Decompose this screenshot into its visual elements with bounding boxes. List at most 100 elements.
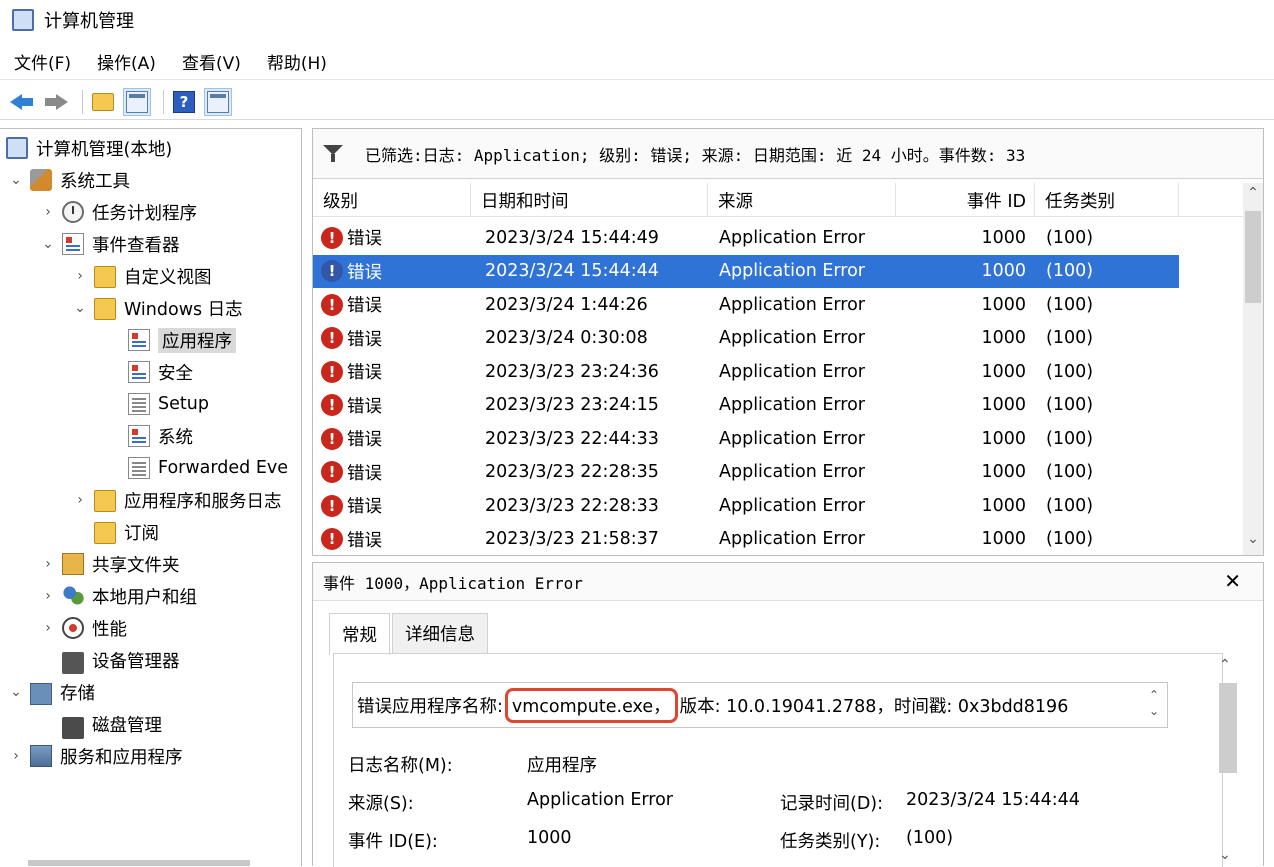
help-button[interactable]: ?	[170, 88, 198, 116]
chevron-down-icon[interactable]: ⌄	[1243, 531, 1263, 551]
tree-item-app-service-logs[interactable]: › 应用程序和服务日志	[72, 485, 282, 515]
event-id-text: 1000	[981, 361, 1026, 382]
back-button[interactable]	[8, 88, 36, 116]
event-row[interactable]: ! 错误 2023/3/24 0:30:08 Application Error 100…	[313, 322, 1179, 355]
tree-item-application[interactable]: 应用程序	[128, 325, 236, 355]
console-tree-icon	[126, 90, 148, 113]
forward-button[interactable]	[42, 88, 70, 116]
tree-item-label: 设备管理器	[92, 651, 180, 672]
tree-horizontal-scrollbar[interactable]	[28, 860, 250, 866]
tree-item-custom-views[interactable]: › 自定义视图	[72, 261, 212, 291]
tree-item-services-apps[interactable]: › 服务和应用程序	[8, 741, 183, 771]
tree-item-setup[interactable]: Setup	[128, 389, 209, 419]
tab-details[interactable]: 详细信息	[392, 613, 488, 653]
chevron-down-icon[interactable]: ⌄	[40, 236, 56, 252]
tree-item-event-viewer[interactable]: ⌄ 事件查看器	[40, 229, 180, 259]
event-row[interactable]: ! 错误 2023/3/23 22:28:33 Application Error 10…	[313, 489, 1179, 522]
event-datetime-text: 2023/3/23 23:24:15	[485, 395, 659, 415]
chevron-down-icon[interactable]: ⌄	[72, 300, 88, 316]
show-hide-console-tree-button[interactable]	[123, 87, 151, 116]
event-level-text: 错误	[347, 262, 382, 283]
event-id-text: 1000	[981, 529, 1026, 549]
chevron-down-icon[interactable]: ⌄	[8, 172, 24, 188]
event-id-text: 1000	[981, 428, 1026, 449]
event-row[interactable]: ! 错误 2023/3/24 1:44:26 Application Error 100…	[313, 288, 1179, 321]
event-source: Application Error	[719, 288, 865, 321]
event-datetime: 2023/3/23 22:44:33	[485, 422, 659, 455]
event-row[interactable]: ! 错误 2023/3/24 15:44:49 Application Error 10…	[313, 221, 1179, 254]
tree-item-performance[interactable]: › 性能	[40, 613, 127, 643]
column-header-event-id[interactable]: 事件 ID	[896, 183, 1035, 217]
event-level-text: 错误	[347, 530, 382, 551]
tree-item-windows-logs[interactable]: ⌄ Windows 日志	[72, 293, 243, 323]
highlighted-app-name: vmcompute.exe，	[504, 687, 678, 723]
event-row[interactable]: ! 错误 2023/3/23 23:24:15 Application Error 10…	[313, 389, 1179, 422]
event-task-category: (100)	[1046, 255, 1093, 288]
tree-item-forwarded-events[interactable]: Forwarded Eve	[128, 453, 288, 483]
console-tree: 计算机管理(本地) ⌄ 系统工具 › 任务计划程序 ⌄ 事件查看器 › 自定义视…	[0, 128, 302, 866]
tree-item-system-tools[interactable]: ⌄ 系统工具	[8, 165, 130, 195]
tree-item-storage[interactable]: ⌄ 存储	[8, 677, 95, 707]
events-vertical-scrollbar[interactable]: ⌃ ⌄	[1243, 183, 1263, 555]
log-name-value: 应用程序	[527, 756, 597, 776]
show-hide-action-pane-button[interactable]	[204, 87, 232, 116]
tree-item-label: 事件查看器	[92, 235, 180, 256]
event-task-category-text: (100)	[1046, 395, 1094, 415]
tree-item-disk-management[interactable]: 磁盘管理	[62, 709, 162, 739]
event-source-text: Application Error	[719, 462, 865, 482]
chevron-right-icon[interactable]: ›	[40, 204, 56, 220]
event-row[interactable]: ! 错误 2023/3/23 22:28:35 Application Error 10…	[313, 456, 1179, 489]
tree-item-device-manager[interactable]: 设备管理器	[62, 645, 180, 675]
tree-item-security[interactable]: 安全	[128, 357, 193, 387]
folder-up-icon	[92, 92, 114, 111]
title-bar: 计算机管理	[0, 0, 1274, 40]
event-row[interactable]: ! 错误 2023/3/23 23:24:36 Application Error 10…	[313, 355, 1179, 388]
event-row[interactable]: ! 错误 2023/3/23 22:44:33 Application Error 10…	[313, 422, 1179, 455]
menu-file[interactable]: 文件(F)	[14, 49, 71, 74]
event-source: Application Error	[719, 422, 865, 455]
chevron-up-icon[interactable]: ⌃	[1219, 657, 1231, 673]
event-row[interactable]: ! 错误 2023/3/23 21:58:37 Application Error 10…	[313, 523, 1179, 556]
tree-item-computer-management[interactable]: 计算机管理(本地)	[6, 133, 172, 163]
chevron-right-icon[interactable]: ›	[72, 268, 88, 284]
description-suffix: 版本: 10.0.19041.2788，时间戳: 0x3bdd8196	[679, 696, 1069, 717]
chevron-right-icon[interactable]: ›	[40, 556, 56, 572]
detail-vertical-scrollbar[interactable]: ⌃ ⌄	[1213, 653, 1243, 867]
event-id-text: 1000	[981, 395, 1026, 415]
tree-item-subscriptions[interactable]: 订阅	[94, 517, 159, 547]
chevron-down-icon[interactable]: ⌄	[8, 684, 24, 700]
event-task-category-text: (100)	[1046, 294, 1094, 315]
tree-item-local-users-groups[interactable]: › 本地用户和组	[40, 581, 197, 611]
menu-action[interactable]: 操作(A)	[97, 49, 156, 74]
event-row[interactable]: ! 错误 2023/3/24 15:44:44 Application Error 10…	[313, 254, 1179, 288]
column-header-level[interactable]: 级别	[313, 183, 471, 217]
tree-item-task-scheduler[interactable]: › 任务计划程序	[40, 197, 197, 227]
chevron-up-icon[interactable]: ⌃	[1243, 185, 1263, 205]
event-id: 1000	[896, 288, 1026, 321]
device-manager-icon	[62, 652, 84, 674]
event-task-category: (100)	[1046, 422, 1093, 455]
close-icon[interactable]: ✕	[1224, 569, 1241, 593]
column-header-task-category[interactable]: 任务类别	[1035, 183, 1179, 217]
chevron-right-icon[interactable]: ›	[8, 748, 24, 764]
chevron-right-icon[interactable]: ›	[40, 588, 56, 604]
tree-item-label: Setup	[158, 394, 209, 414]
menu-help[interactable]: 帮助(H)	[267, 49, 327, 74]
column-header-datetime[interactable]: 日期和时间	[471, 183, 708, 217]
scrollbar-thumb[interactable]	[1245, 211, 1261, 303]
chevron-down-icon[interactable]: ⌄	[1219, 847, 1231, 863]
event-source-text: Application Error	[719, 395, 865, 415]
tab-general[interactable]: 常规	[329, 613, 390, 655]
menu-view[interactable]: 查看(V)	[182, 49, 241, 74]
event-datetime-text: 2023/3/23 22:44:33	[485, 428, 659, 449]
tree-item-system[interactable]: 系统	[128, 421, 193, 451]
event-description[interactable]: 错误应用程序名称: vmcompute.exe， 版本: 10.0.19041.…	[352, 682, 1168, 728]
column-header-source[interactable]: 来源	[708, 183, 896, 217]
event-level: ! 错误	[321, 489, 382, 522]
chevron-right-icon[interactable]: ›	[40, 620, 56, 636]
tree-item-shared-folders[interactable]: › 共享文件夹	[40, 549, 180, 579]
scrollbar-thumb[interactable]	[1219, 683, 1237, 773]
description-scroll[interactable]: ⌃ ⌄	[1149, 687, 1159, 719]
chevron-right-icon[interactable]: ›	[72, 492, 88, 508]
up-one-level-button[interactable]	[89, 88, 117, 116]
